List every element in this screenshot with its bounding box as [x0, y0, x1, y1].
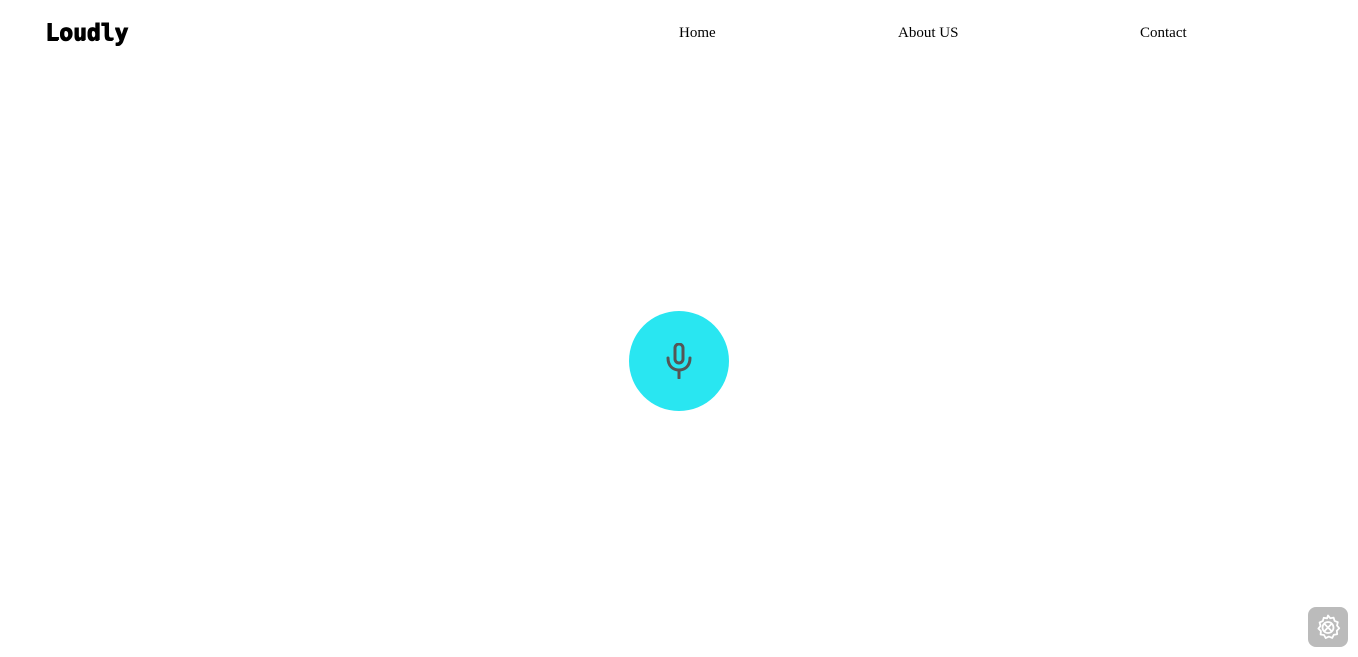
nav-link-contact[interactable]: Contact: [1140, 22, 1187, 44]
settings-widget-button[interactable]: [1308, 607, 1348, 647]
nav-link-home[interactable]: Home: [679, 22, 716, 44]
microphone-record-button[interactable]: [629, 311, 729, 411]
microphone-icon: [664, 343, 694, 379]
main-nav: Home About US Contact: [0, 22, 1358, 46]
nav-link-about-us[interactable]: About US: [898, 22, 958, 44]
settings-gear-icon: [1314, 613, 1342, 641]
